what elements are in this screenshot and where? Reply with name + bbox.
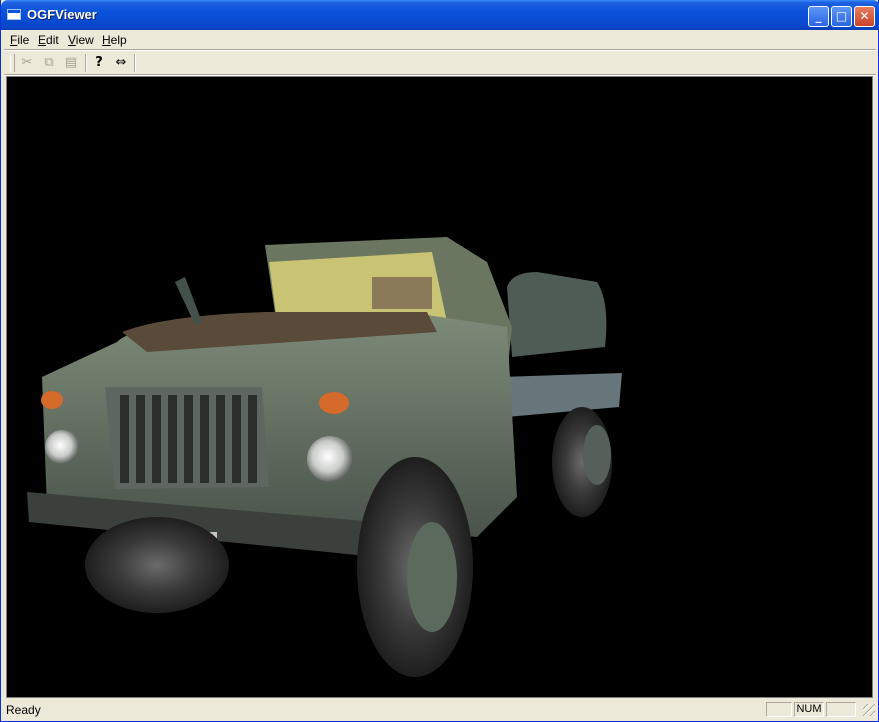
front-left-wheel xyxy=(85,517,229,613)
window-title: OGFViewer xyxy=(27,7,97,22)
toolbar-grip[interactable] xyxy=(10,54,15,72)
status-pane-scrl xyxy=(826,702,856,717)
rear-hub xyxy=(583,425,611,485)
help-icon: ? xyxy=(95,55,103,70)
truck-model xyxy=(27,237,622,677)
fit-button[interactable]: ⇔ xyxy=(111,53,131,73)
copy-button[interactable]: ⧉ xyxy=(39,53,59,73)
left-headlight xyxy=(45,430,79,464)
minimize-icon: _ xyxy=(815,9,822,23)
right-headlight xyxy=(307,436,353,482)
paste-icon: ▤ xyxy=(64,55,78,70)
about-button[interactable]: ? xyxy=(89,53,109,73)
right-indicator xyxy=(319,392,349,414)
menu-help-label: elp xyxy=(110,33,127,47)
front-right-hub xyxy=(407,522,457,632)
app-window: OGFViewer _ □ ✕ File Edit View Help ✂ ⧉ … xyxy=(0,0,879,722)
copy-icon: ⧉ xyxy=(44,55,54,70)
status-pane-caps xyxy=(766,702,792,717)
maximize-button[interactable]: □ xyxy=(831,6,852,27)
paste-button[interactable]: ▤ xyxy=(61,53,81,73)
menu-file-label: ile xyxy=(17,33,30,47)
menu-view[interactable]: View xyxy=(68,33,94,47)
left-indicator xyxy=(41,391,63,409)
status-pane-num: NUM xyxy=(794,702,824,717)
close-icon: ✕ xyxy=(859,9,870,23)
menu-view-accel: V xyxy=(68,33,76,47)
toolbar-separator-end xyxy=(134,54,136,72)
menu-bar: File Edit View Help xyxy=(4,30,876,50)
title-bar[interactable]: OGFViewer _ □ ✕ xyxy=(1,0,879,30)
menu-edit-accel: E xyxy=(38,33,47,47)
menu-separator xyxy=(4,49,876,51)
toolbar-separator xyxy=(85,54,87,72)
grille-slats xyxy=(120,395,257,483)
menu-help-accel: H xyxy=(102,33,111,47)
scissors-icon: ✂ xyxy=(21,55,33,70)
tank xyxy=(507,272,607,357)
menu-edit-label: dit xyxy=(46,33,59,47)
cab-panel xyxy=(372,277,432,309)
status-bar: Ready NUM xyxy=(4,700,876,719)
close-button[interactable]: ✕ xyxy=(854,6,875,27)
toolbar: ✂ ⧉ ▤ ? ⇔ xyxy=(4,52,876,74)
menu-edit[interactable]: Edit xyxy=(38,33,59,47)
cargo-bed xyxy=(502,373,622,417)
app-icon[interactable] xyxy=(7,9,21,20)
menu-view-label: iew xyxy=(75,33,94,47)
model-viewport[interactable] xyxy=(6,76,873,698)
cut-button[interactable]: ✂ xyxy=(17,53,37,73)
minimize-button[interactable]: _ xyxy=(808,6,829,27)
menu-file[interactable]: File xyxy=(10,33,29,47)
maximize-icon: □ xyxy=(835,9,848,23)
resize-horizontal-icon: ⇔ xyxy=(115,55,127,70)
resize-gripper-icon[interactable] xyxy=(863,704,875,716)
menu-help[interactable]: Help xyxy=(102,33,127,47)
status-text: Ready xyxy=(6,703,41,717)
